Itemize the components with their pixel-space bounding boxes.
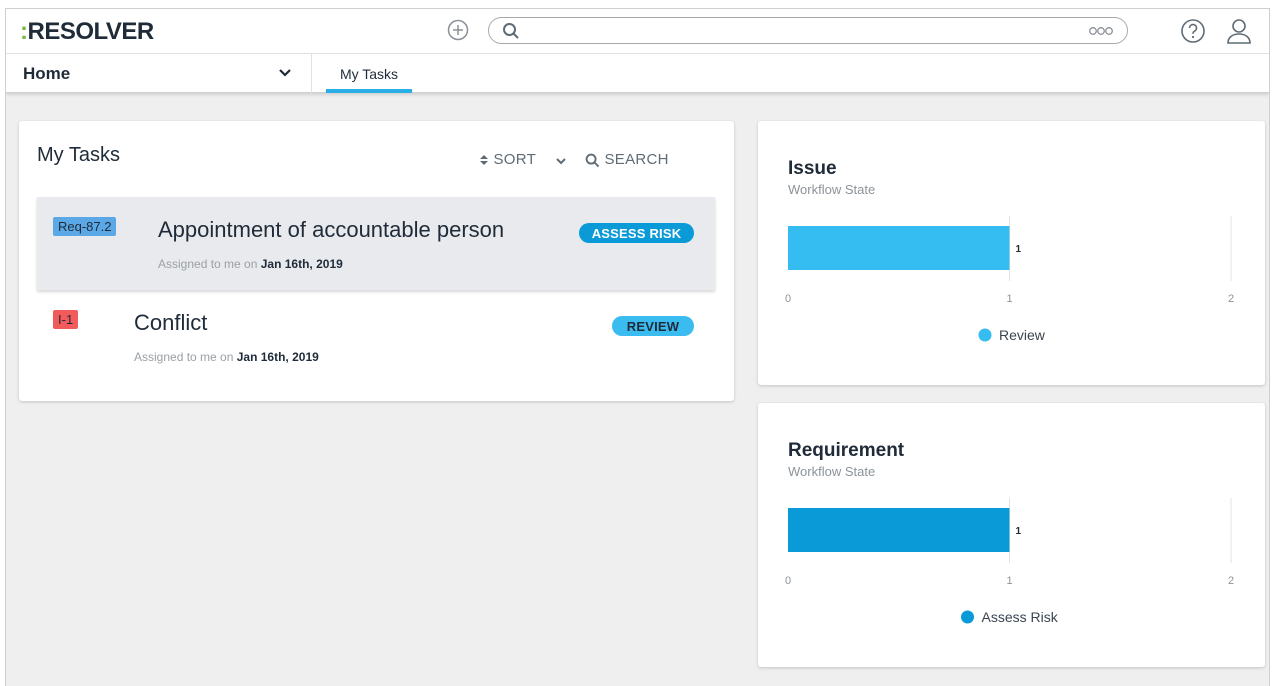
requirement-chart-card: Requirement Workflow State 0 1 2 1 Assess Ri… xyxy=(758,403,1265,667)
active-tab-indicator xyxy=(326,89,412,93)
task-assigned-info: Assigned to me on Jan 16th, 2019 xyxy=(158,257,343,271)
x-tick-label: 2 xyxy=(1228,575,1234,587)
task-state-badge: ASSESS RISK xyxy=(579,223,694,243)
tab-my-tasks[interactable]: My Tasks xyxy=(326,54,412,93)
task-state-badge: REVIEW xyxy=(612,316,694,336)
sort-label: SORT xyxy=(493,151,537,168)
bar xyxy=(788,226,1010,270)
task-title[interactable]: Conflict xyxy=(134,310,207,336)
tab-my-tasks-label: My Tasks xyxy=(339,66,399,82)
global-search-input[interactable] xyxy=(527,21,1067,41)
legend-label: Review xyxy=(999,327,1046,343)
chevron-down-icon xyxy=(279,69,291,77)
logo-text: RESOLVER xyxy=(27,18,155,45)
task-row[interactable]: I-1 Conflict Assigned to me on Jan 16th,… xyxy=(37,290,715,383)
x-tick-label: 0 xyxy=(785,293,791,305)
task-search-label: SEARCH xyxy=(604,151,669,168)
logo-colon: : xyxy=(20,18,28,45)
legend-label: Assess Risk xyxy=(982,609,1059,625)
legend-marker xyxy=(961,610,974,624)
add-icon[interactable] xyxy=(447,19,469,41)
search-icon xyxy=(503,23,519,39)
data-label: 1 xyxy=(1016,526,1022,537)
home-dropdown-label: Home xyxy=(23,64,71,83)
x-tick-label: 2 xyxy=(1228,293,1234,305)
assigned-prefix: Assigned to me on xyxy=(134,350,234,364)
x-tick-label: 1 xyxy=(1006,575,1012,587)
resolver-logo[interactable]: :RESOLVER xyxy=(20,18,154,46)
nav-bar: Home My Tasks xyxy=(6,54,1269,93)
bar xyxy=(788,508,1010,552)
more-options-icon[interactable] xyxy=(1087,23,1115,39)
search-icon xyxy=(585,153,600,167)
home-dropdown[interactable]: Home xyxy=(6,54,312,93)
task-search-button[interactable]: SEARCH xyxy=(585,151,669,168)
sort-chevron-down-icon[interactable] xyxy=(555,156,567,166)
task-title[interactable]: Appointment of accountable person xyxy=(158,217,504,243)
sort-button[interactable]: SORT xyxy=(479,151,536,168)
issue-bar-chart: 0 1 2 1 Review xyxy=(785,216,1234,343)
app-frame: :RESOLVER Home My Tasks My Tasks SORT SE… xyxy=(5,8,1270,686)
task-assigned-info: Assigned to me on Jan 16th, 2019 xyxy=(134,350,319,364)
task-id-badge: I-1 xyxy=(53,310,79,329)
top-bar: :RESOLVER xyxy=(6,9,1269,54)
task-row[interactable]: Req-87.2 Appointment of accountable pers… xyxy=(37,197,715,290)
global-search-bar[interactable] xyxy=(488,17,1128,44)
panel-title: My Tasks xyxy=(37,144,120,166)
issue-chart-card: Issue Workflow State 0 1 2 1 Review xyxy=(758,121,1265,385)
requirement-bar-chart: 0 1 2 1 Assess Risk xyxy=(785,498,1234,625)
data-label: 1 xyxy=(1016,244,1022,255)
task-id-badge: Req-87.2 xyxy=(53,217,117,236)
sort-icon xyxy=(480,155,488,166)
x-tick-label: 1 xyxy=(1006,293,1012,305)
user-profile-icon[interactable] xyxy=(1226,17,1252,45)
assigned-date: Jan 16th, 2019 xyxy=(260,257,343,271)
my-tasks-panel: My Tasks SORT SEARCH Req-87.2 Appointmen… xyxy=(19,121,734,401)
assigned-date: Jan 16th, 2019 xyxy=(236,350,319,364)
help-icon[interactable] xyxy=(1180,18,1206,44)
assigned-prefix: Assigned to me on xyxy=(158,257,258,271)
legend-marker xyxy=(978,328,992,342)
x-tick-label: 0 xyxy=(785,575,791,587)
